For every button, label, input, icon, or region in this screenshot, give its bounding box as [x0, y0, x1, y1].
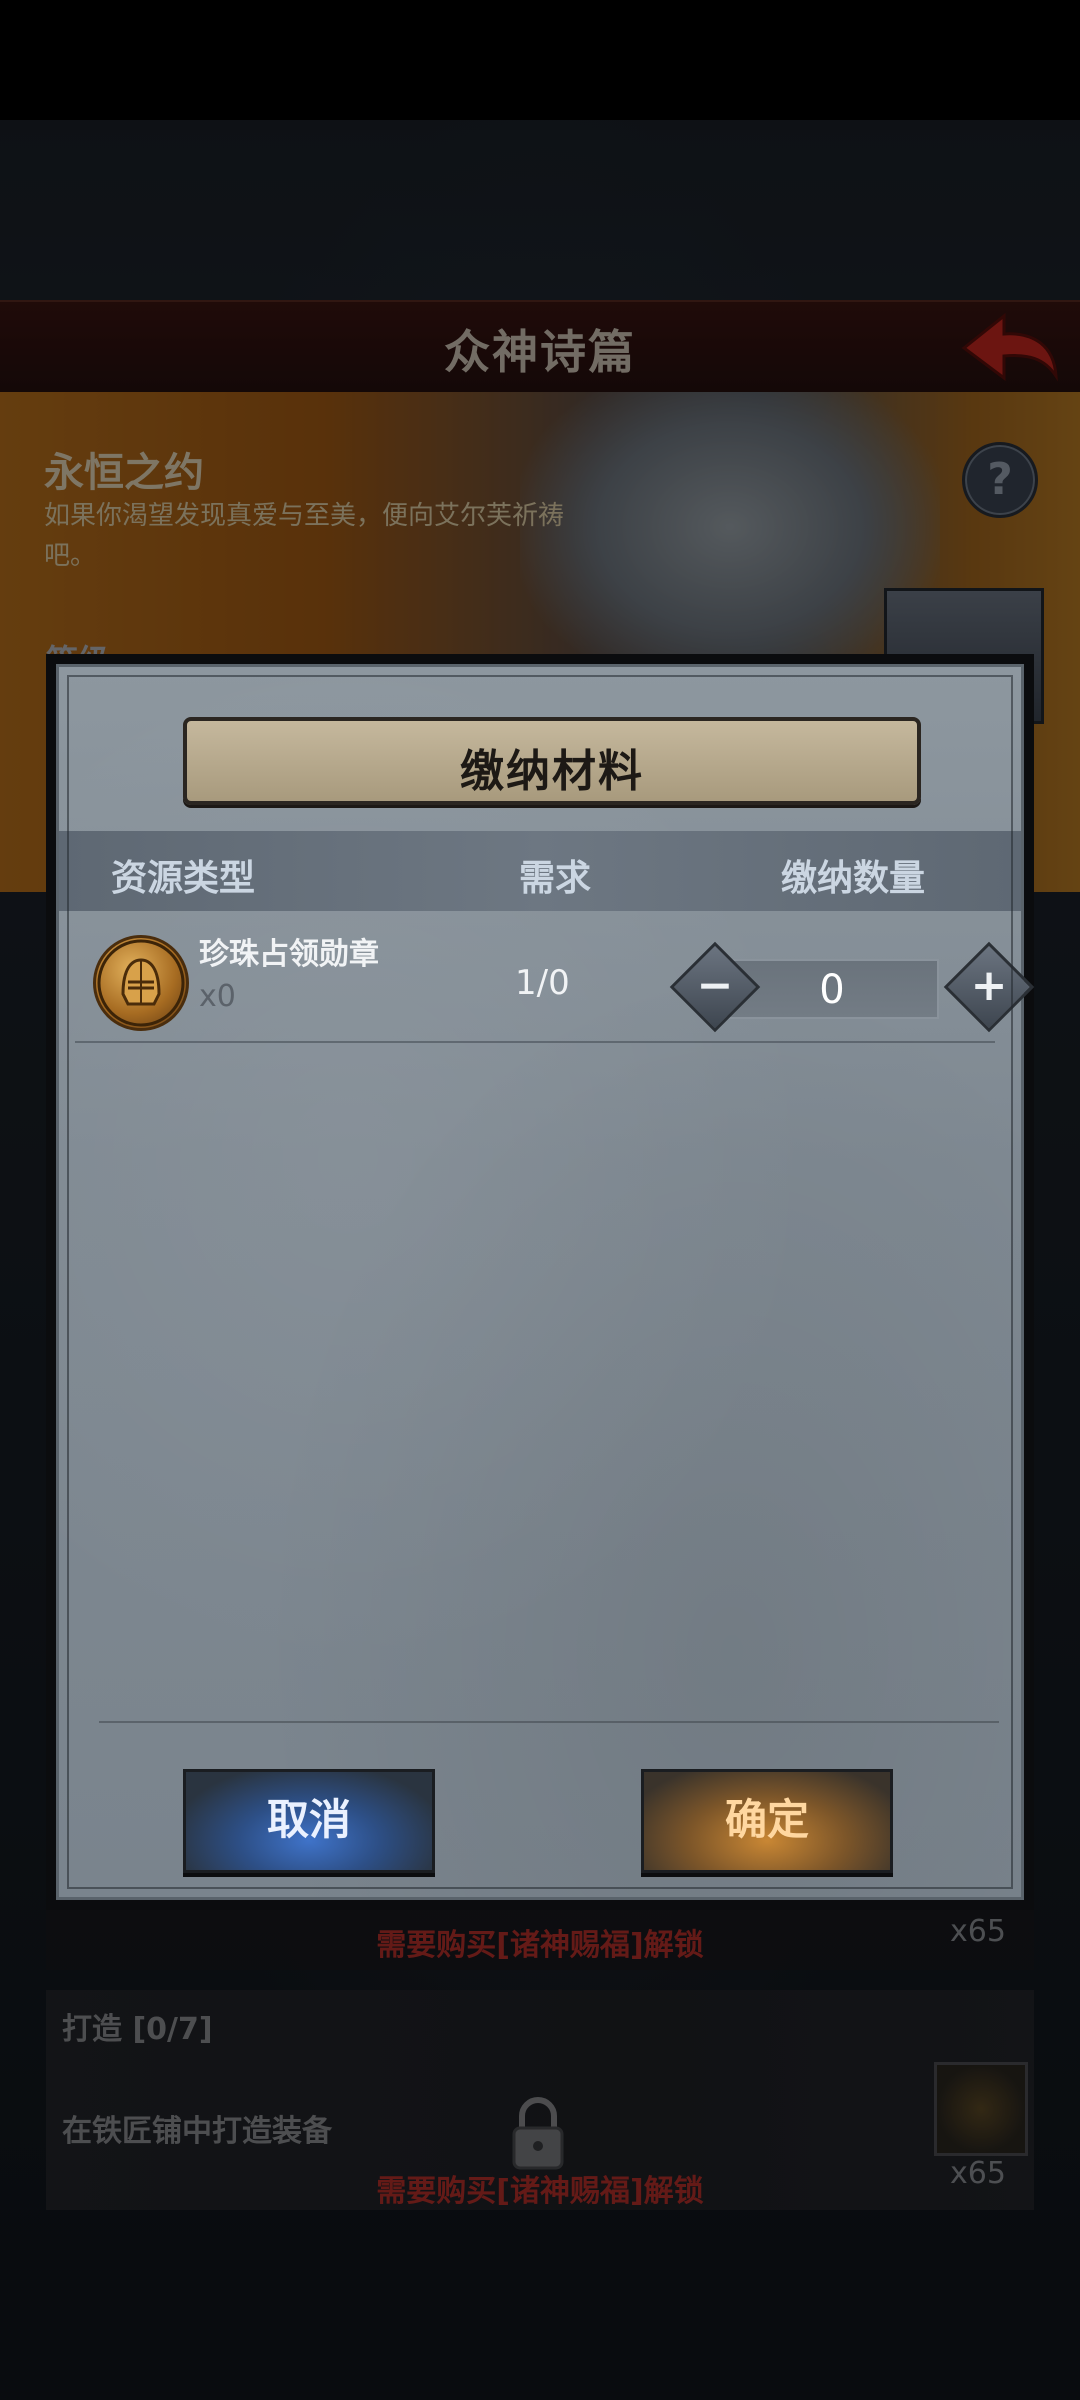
item-owned-count: x0	[199, 979, 236, 1014]
table-row: 珍珠占领勋章 x0 1/0 0 − +	[75, 915, 1035, 1043]
confirm-button[interactable]: 确定	[641, 1769, 893, 1873]
plus-icon: +	[970, 960, 1008, 1011]
minus-icon: −	[696, 960, 734, 1011]
column-requirement: 需求	[519, 858, 592, 899]
column-submit-count: 缴纳数量	[781, 858, 926, 899]
dialog-title: 缴纳材料	[460, 746, 644, 797]
dialog-body: 缴纳材料 资源类型 需求 缴纳数量 珍珠占领勋章 x0 1/0 0 − + 取消…	[56, 664, 1035, 1900]
dialog-header-plaque: 缴纳材料	[183, 717, 921, 805]
knight-helmet-medal-icon	[93, 935, 189, 1031]
submit-materials-dialog: 缴纳材料 资源类型 需求 缴纳数量 珍珠占领勋章 x0 1/0 0 − + 取消…	[46, 654, 1035, 1910]
increase-button[interactable]: +	[943, 941, 1035, 1033]
status-bar-area	[0, 0, 1080, 120]
column-resource-type: 资源类型	[111, 858, 256, 899]
cancel-button[interactable]: 取消	[183, 1769, 435, 1873]
item-name: 珍珠占领勋章	[199, 937, 379, 972]
item-requirement: 1/0	[515, 963, 570, 1003]
divider	[99, 1721, 999, 1723]
table-header: 资源类型 需求 缴纳数量	[59, 831, 1021, 911]
quantity-value: 0	[819, 967, 845, 1013]
